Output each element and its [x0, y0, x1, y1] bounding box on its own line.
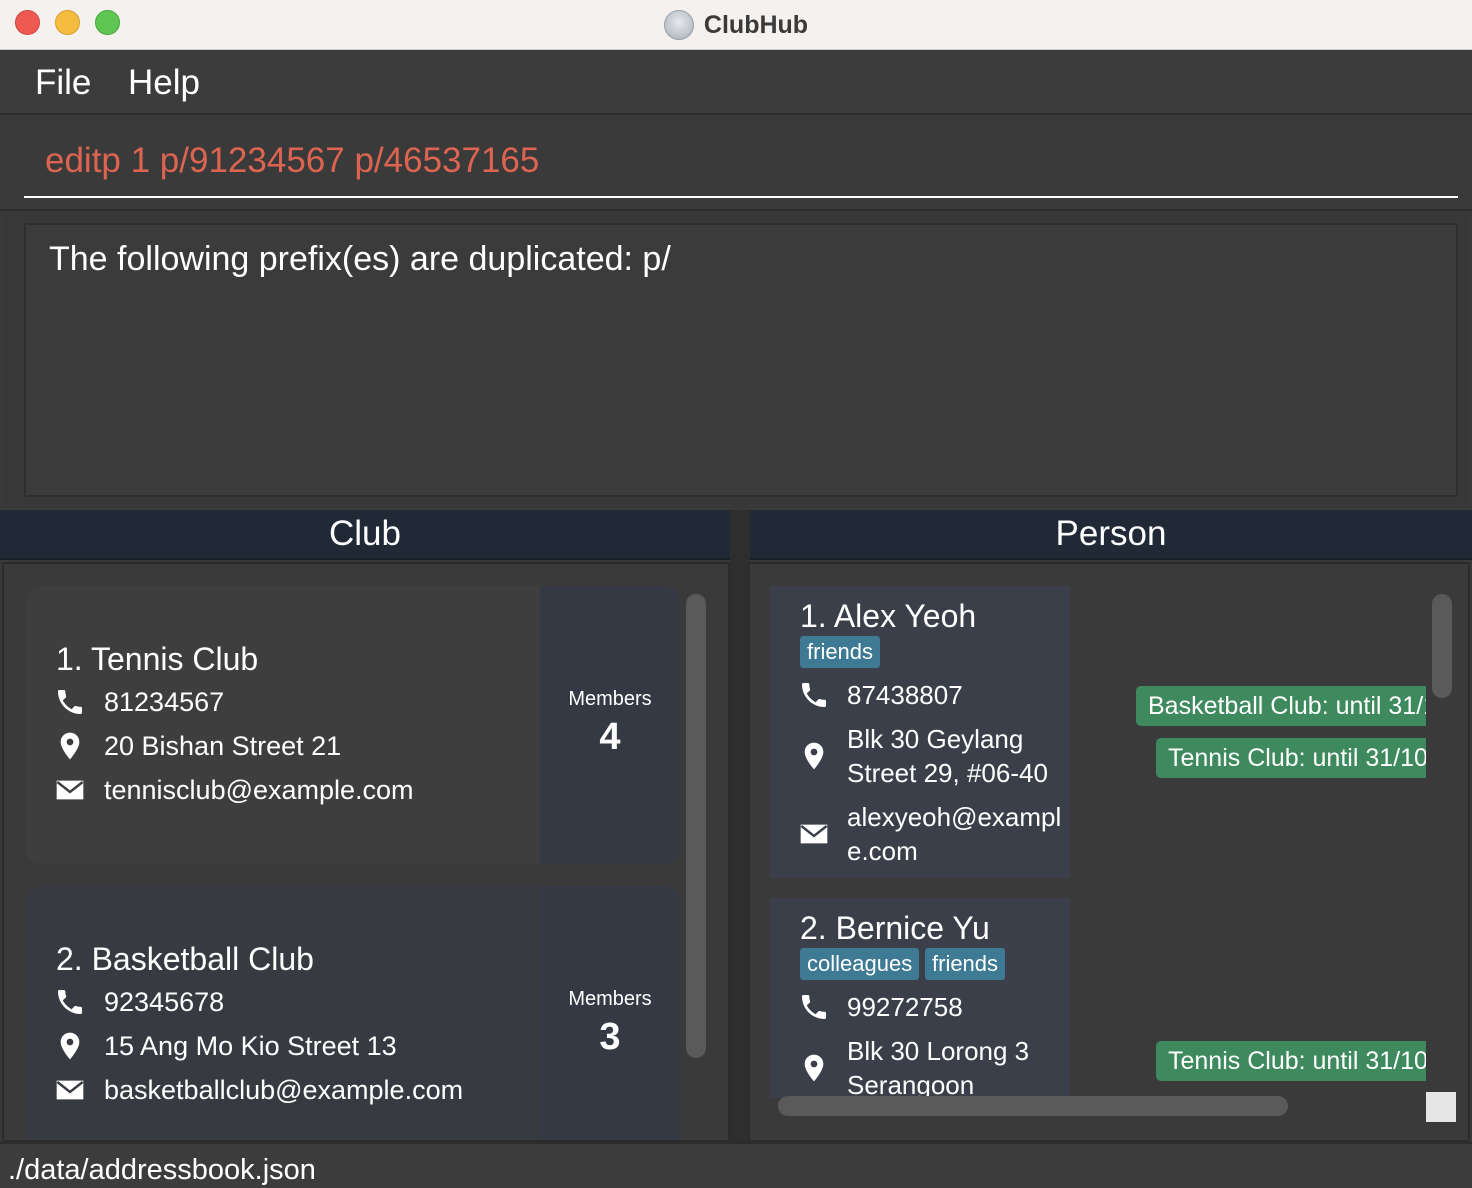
- club-members-summary: Members 3: [540, 886, 680, 1140]
- location-pin-icon: [60, 1032, 80, 1060]
- person-phone: 87438807: [847, 680, 963, 710]
- person-list[interactable]: 1. Alex Yeoh friends 87438807 Blk 30 Gey…: [748, 562, 1470, 1142]
- club-email: basketballclub@example.com: [104, 1074, 464, 1105]
- person-address-line1: Blk 30 Geylang: [847, 724, 1024, 754]
- location-pin-icon: [804, 742, 824, 770]
- person-address-line1: Blk 30 Lorong 3: [847, 1036, 1030, 1066]
- person-list-horizontal-scrollbar[interactable]: [778, 1096, 1288, 1116]
- club-panel-header: Club: [0, 510, 730, 560]
- club-card[interactable]: 1. Tennis Club 81234567 20 Bishan Street…: [26, 586, 680, 864]
- menu-help[interactable]: Help: [128, 63, 200, 103]
- phone-icon: [58, 990, 82, 1014]
- person-panel-header: Person: [750, 510, 1472, 560]
- panel-divider[interactable]: [730, 510, 750, 1142]
- club-email-row: basketballclub@example.com: [54, 1074, 463, 1106]
- data-file-path: ./data/addressbook.json: [8, 1154, 316, 1186]
- list-panels: Club Person 1. Tennis Club 81234567 20 B…: [0, 510, 1472, 1142]
- person-address-row: Blk 30 Geylang Street 29, #06-40: [798, 722, 1048, 790]
- app-logo-icon: [663, 10, 694, 40]
- membership-tag: Tennis Club: until 31/10/: [1156, 1041, 1426, 1081]
- person-memberships: Tennis Club: until 31/10/: [1070, 898, 1426, 1098]
- club-list-scrollbar[interactable]: [686, 594, 706, 1058]
- menu-file[interactable]: File: [35, 63, 91, 103]
- mail-icon: [56, 1080, 84, 1100]
- phone-icon: [58, 690, 82, 714]
- person-email-line1: alexyeoh@exampl: [847, 802, 1062, 832]
- club-members-summary: Members 4: [540, 586, 680, 864]
- club-card[interactable]: 2. Basketball Club 92345678 15 Ang Mo Ki…: [26, 886, 680, 1140]
- person-tag: friends: [925, 948, 1006, 980]
- result-message: The following prefix(es) are duplicated:…: [49, 240, 671, 278]
- person-phone: 99272758: [847, 992, 963, 1022]
- members-label: Members: [568, 988, 652, 1010]
- person-address-line2: Street 29, #06-40: [847, 758, 1048, 788]
- membership-tag: Tennis Club: until 31/10/: [1156, 738, 1426, 778]
- club-phone-row: 81234567: [54, 686, 224, 718]
- person-name: 1. Alex Yeoh: [800, 598, 977, 634]
- membership-tag: Basketball Club: until 31/1: [1136, 686, 1426, 726]
- command-input-underline: [24, 196, 1458, 198]
- title-bar: ClubHub: [0, 0, 1472, 50]
- person-address-line2: Serangoon: [847, 1070, 975, 1098]
- person-address-row: Blk 30 Lorong 3 Serangoon: [798, 1034, 1029, 1098]
- mail-icon: [56, 780, 84, 800]
- club-email-row: tennisclub@example.com: [54, 774, 414, 806]
- person-card[interactable]: 2. Bernice Yu colleagues friends 9927275…: [770, 898, 1426, 1098]
- club-address: 15 Ang Mo Kio Street 13: [104, 1030, 397, 1061]
- club-phone: 92345678: [104, 986, 225, 1017]
- person-email-row: alexyeoh@exampl e.com: [798, 800, 1061, 868]
- members-count: 4: [599, 716, 621, 758]
- command-box[interactable]: editp 1 p/91234567 p/46537165: [0, 117, 1472, 211]
- club-address-row: 20 Bishan Street 21: [54, 730, 341, 762]
- status-bar: ./data/addressbook.json: [0, 1142, 1472, 1188]
- person-phone-row: 99272758: [798, 990, 963, 1024]
- window-title-group: ClubHub: [0, 0, 1472, 50]
- person-name: 2. Bernice Yu: [800, 910, 990, 946]
- club-name: 1. Tennis Club: [56, 641, 259, 677]
- club-card-details: 1. Tennis Club 81234567 20 Bishan Street…: [26, 586, 540, 864]
- person-card[interactable]: 1. Alex Yeoh friends 87438807 Blk 30 Gey…: [770, 586, 1426, 878]
- club-name: 2. Basketball Club: [56, 941, 314, 977]
- location-pin-icon: [60, 732, 80, 760]
- person-list-vertical-scrollbar[interactable]: [1432, 594, 1452, 698]
- command-input[interactable]: editp 1 p/91234567 p/46537165: [45, 141, 539, 181]
- window-title: ClubHub: [703, 10, 809, 39]
- club-address-row: 15 Ang Mo Kio Street 13: [54, 1030, 397, 1062]
- club-card-details: 2. Basketball Club 92345678 15 Ang Mo Ki…: [26, 886, 540, 1140]
- person-tag: friends: [800, 636, 881, 668]
- result-display-area: The following prefix(es) are duplicated:…: [2, 212, 1470, 508]
- person-tag: colleagues: [800, 948, 920, 980]
- club-phone: 81234567: [104, 686, 225, 717]
- person-phone-row: 87438807: [798, 678, 963, 712]
- mail-icon: [800, 824, 828, 844]
- location-pin-icon: [804, 1054, 824, 1082]
- person-memberships: Basketball Club: until 31/1 Tennis Club:…: [1070, 586, 1426, 878]
- phone-icon: [802, 683, 826, 707]
- club-phone-row: 92345678: [54, 986, 224, 1018]
- menu-bar: File Help: [0, 51, 1472, 115]
- person-card-details: 2. Bernice Yu colleagues friends 9927275…: [770, 898, 1070, 1098]
- person-email-line2: e.com: [847, 836, 918, 866]
- result-display[interactable]: The following prefix(es) are duplicated:…: [24, 223, 1458, 497]
- person-card-details: 1. Alex Yeoh friends 87438807 Blk 30 Gey…: [770, 586, 1070, 878]
- club-email: tennisclub@example.com: [104, 774, 414, 805]
- members-label: Members: [568, 688, 652, 710]
- members-count: 3: [599, 1016, 621, 1058]
- club-address: 20 Bishan Street 21: [104, 730, 342, 761]
- phone-icon: [802, 995, 826, 1019]
- scroll-corner: [1426, 1092, 1456, 1122]
- club-list[interactable]: 1. Tennis Club 81234567 20 Bishan Street…: [2, 562, 730, 1142]
